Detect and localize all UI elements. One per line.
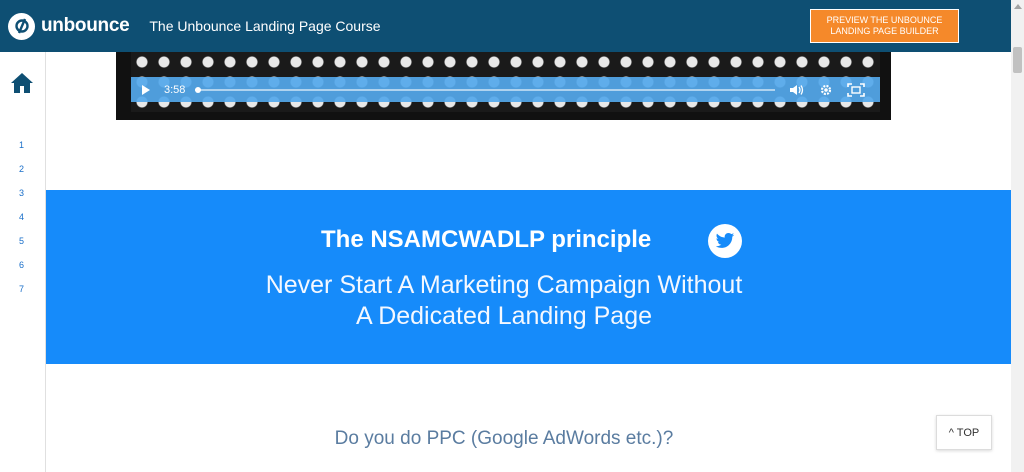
sidebar-item-7[interactable]: 7 — [19, 284, 24, 294]
banner-subtitle-line2: A Dedicated Landing Page — [355, 302, 653, 330]
sidebar-item-1[interactable]: 1 — [19, 140, 24, 150]
unbounce-logo[interactable]: unbounce — [8, 12, 130, 40]
video-progress-bar[interactable] — [195, 86, 776, 93]
scrollbar[interactable] — [1011, 0, 1024, 472]
back-to-top-button[interactable]: ^ TOP — [936, 415, 992, 450]
preview-builder-label: PREVIEW THE UNBOUNCE LANDING PAGE BUILDE… — [826, 15, 943, 36]
main-content: 3:58 The NSAMCWADLP principle Never Star… — [46, 52, 1011, 472]
video-controls: 3:58 — [131, 77, 880, 102]
volume-icon[interactable] — [789, 84, 805, 96]
play-icon[interactable] — [142, 84, 150, 95]
principle-banner: The NSAMCWADLP principle Never Start A M… — [46, 190, 1011, 364]
twitter-icon[interactable] — [708, 224, 742, 258]
settings-gear-icon[interactable] — [819, 83, 833, 97]
logo-text: unbounce — [41, 15, 130, 36]
banner-title: The NSAMCWADLP principle — [321, 226, 652, 253]
sidebar-item-5[interactable]: 5 — [19, 236, 24, 246]
home-icon[interactable] — [10, 72, 34, 99]
logo-mark-icon — [8, 12, 35, 40]
course-title: The Unbounce Landing Page Course — [149, 18, 381, 34]
scroll-up-arrow-icon[interactable] — [1014, 4, 1022, 9]
banner-subtitle-line1: Never Start A Marketing Campaign Without — [265, 271, 743, 299]
sidebar-item-2[interactable]: 2 — [19, 164, 24, 174]
section-question: Do you do PPC (Google AdWords etc.)? — [334, 428, 674, 449]
scrollbar-thumb[interactable] — [1013, 47, 1022, 73]
video-time: 3:58 — [164, 83, 186, 96]
preview-builder-button[interactable]: PREVIEW THE UNBOUNCE LANDING PAGE BUILDE… — [810, 9, 959, 43]
section-sidebar: 1 2 3 4 5 6 7 — [0, 52, 46, 472]
banner-subtitle: Never Start A Marketing Campaign Without… — [46, 270, 962, 332]
video-player[interactable]: 3:58 — [116, 52, 891, 120]
sidebar-item-6[interactable]: 6 — [19, 260, 24, 270]
sidebar-item-4[interactable]: 4 — [19, 212, 24, 222]
top-header: unbounce The Unbounce Landing Page Cours… — [0, 0, 1011, 52]
progress-handle[interactable] — [195, 86, 202, 93]
sidebar-item-3[interactable]: 3 — [19, 188, 24, 198]
fullscreen-icon[interactable] — [847, 82, 866, 97]
